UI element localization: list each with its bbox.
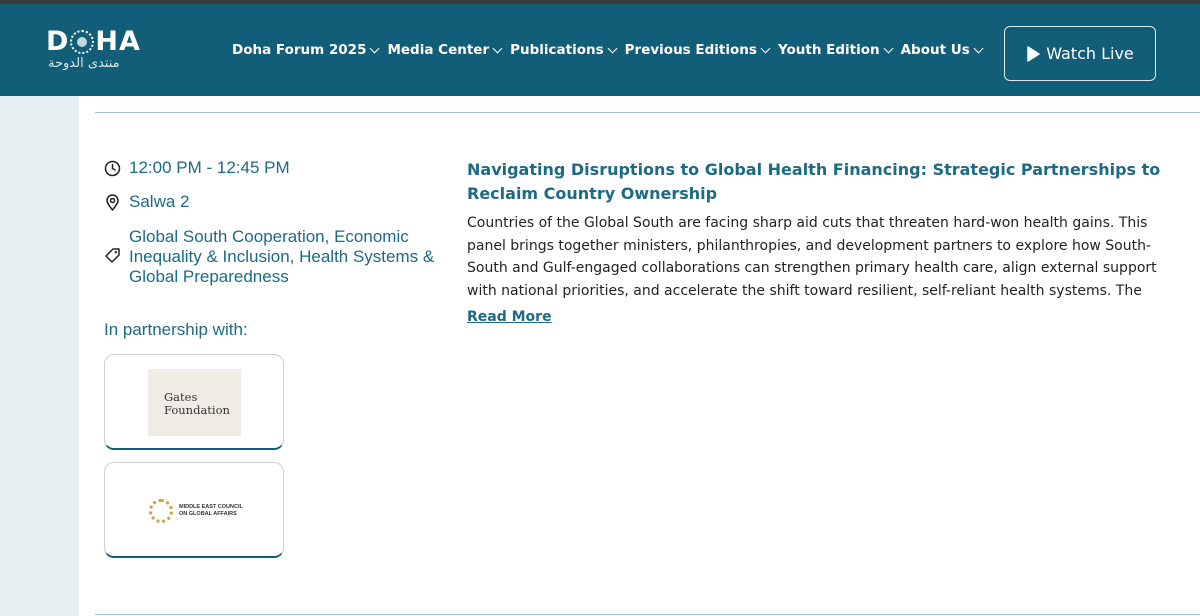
nav-doha-forum-2025[interactable]: Doha Forum 2025 — [232, 42, 380, 58]
nav-previous-editions[interactable]: Previous Editions — [624, 42, 771, 58]
chevron-down-icon — [760, 43, 771, 53]
read-more-link[interactable]: Read More — [467, 309, 552, 325]
chevron-down-icon — [973, 43, 984, 53]
divider-bottom — [95, 614, 1200, 615]
watch-live-label: Watch Live — [1046, 44, 1134, 63]
session-tags: Global South Cooperation, Economic Inequ… — [104, 227, 444, 287]
nav-publications[interactable]: Publications — [510, 42, 618, 58]
play-icon — [1027, 45, 1040, 62]
mecga-logo: MIDDLE EAST COUNCIL ON GLOBAL AFFAIRS — [149, 499, 249, 523]
chevron-down-icon — [883, 43, 894, 53]
main-nav: Doha Forum 2025 Media Center Publication… — [232, 42, 991, 58]
logo-text-left: D — [46, 26, 70, 57]
logo-arabic-text: منتدى الدوحة — [48, 56, 120, 71]
session-time: 12:00 PM - 12:45 PM — [104, 158, 290, 178]
chevron-down-icon — [370, 43, 380, 53]
nav-media-center[interactable]: Media Center — [387, 42, 503, 58]
watch-live-button[interactable]: Watch Live — [1004, 26, 1156, 81]
logo-text-right: HA — [95, 26, 141, 57]
nav-label: Media Center — [387, 42, 490, 58]
site-header: D HA منتدى الدوحة Doha Forum 2025 Media … — [0, 4, 1200, 96]
gates-logo-line2: Foundation — [164, 403, 230, 417]
doha-forum-logo[interactable]: D HA منتدى الدوحة — [46, 26, 156, 78]
mecga-logo-line2: ON GLOBAL AFFAIRS — [179, 511, 237, 517]
nav-about-us[interactable]: About Us — [900, 42, 984, 58]
session-title[interactable]: Navigating Disruptions to Global Health … — [467, 158, 1167, 206]
session-location-text: Salwa 2 — [129, 192, 190, 211]
nav-label: Publications — [510, 42, 604, 58]
chevron-down-icon — [607, 43, 618, 53]
logo-wordmark: D HA — [46, 26, 141, 57]
chevron-down-icon — [492, 43, 503, 53]
session-tags-text[interactable]: Global South Cooperation, Economic Inequ… — [129, 227, 444, 287]
globe-icon — [70, 29, 95, 54]
partner-card-mecga[interactable]: MIDDLE EAST COUNCIL ON GLOBAL AFFAIRS — [104, 462, 284, 558]
session-description: Countries of the Global South are facing… — [467, 215, 1157, 299]
nav-label: Doha Forum 2025 — [232, 42, 367, 58]
nav-label: About Us — [900, 42, 970, 58]
nav-label: Previous Editions — [624, 42, 757, 58]
partner-card-gates[interactable]: Gates Foundation — [104, 354, 284, 450]
left-margin-band — [0, 96, 79, 616]
gates-foundation-logo: Gates Foundation — [148, 369, 241, 436]
mecga-ring-icon — [149, 499, 173, 523]
nav-youth-edition[interactable]: Youth Edition — [777, 42, 894, 58]
session-location: Salwa 2 — [104, 192, 189, 212]
session-time-text: 12:00 PM - 12:45 PM — [129, 158, 290, 177]
mecga-logo-line1: MIDDLE EAST COUNCIL — [179, 504, 243, 510]
clock-icon — [104, 160, 121, 177]
nav-label: Youth Edition — [777, 42, 880, 58]
map-pin-icon — [106, 194, 119, 211]
divider-top — [95, 112, 1200, 113]
mecga-logo-text: MIDDLE EAST COUNCIL ON GLOBAL AFFAIRS — [179, 504, 249, 518]
tag-icon — [105, 248, 120, 263]
partnership-heading: In partnership with: — [104, 320, 248, 339]
